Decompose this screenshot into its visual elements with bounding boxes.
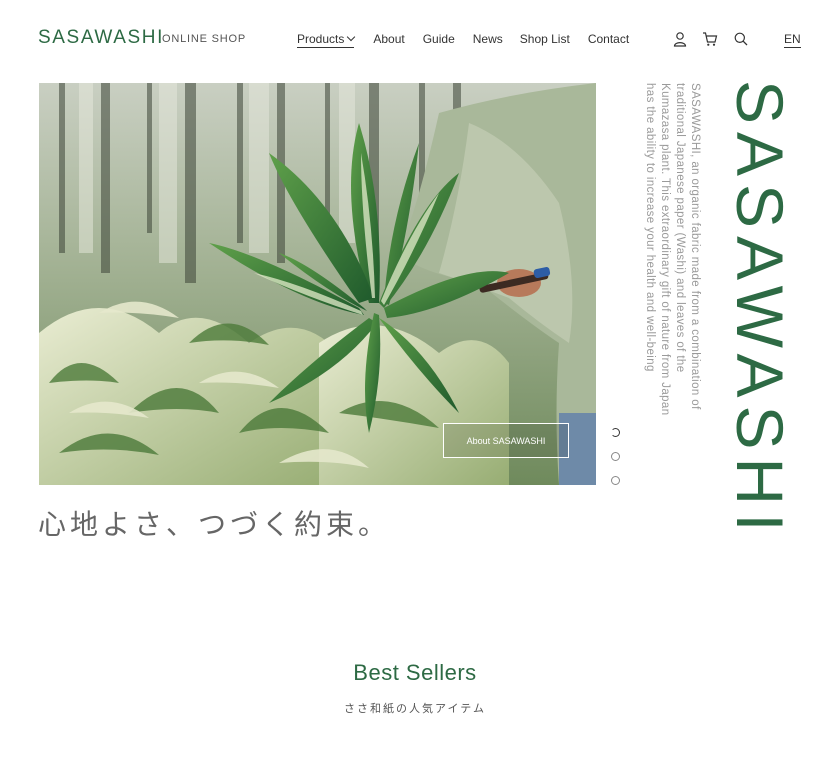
main-nav: Products About Guide News Shop List Cont… [297, 32, 629, 48]
nav-guide[interactable]: Guide [423, 32, 455, 48]
logo-subtitle: ONLINE SHOP [162, 33, 246, 45]
nav-about[interactable]: About [373, 32, 404, 48]
nav-products-label: Products [297, 32, 345, 46]
nav-shop-list[interactable]: Shop List [520, 32, 570, 48]
description-line-2: traditional Japanese paper (Washi) and l… [674, 83, 686, 373]
best-sellers-heading: Best Sellers [353, 660, 477, 685]
description-line-4: has the ability to increase your health … [644, 83, 656, 372]
cart-icon[interactable] [702, 31, 718, 47]
description-line-1: SASAWASHI, an organic fabric made from a… [689, 83, 701, 410]
chevron-down-icon [347, 32, 356, 42]
best-sellers-subtitle: ささ和紙の人気アイテム [344, 703, 486, 715]
nav-contact[interactable]: Contact [588, 32, 629, 48]
description-line-3: Kumazasa plant. This extraordinary gift … [659, 83, 671, 416]
user-icon[interactable] [672, 31, 688, 47]
nav-news[interactable]: News [473, 32, 503, 48]
slide-dot-2[interactable] [611, 452, 620, 461]
search-icon[interactable] [733, 31, 749, 47]
vertical-brand-title: SASAWASHI [723, 80, 797, 540]
slide-dot-3[interactable] [611, 476, 620, 485]
nav-products[interactable]: Products [297, 32, 356, 48]
tagline: 心地よさ、つづく約束。 [38, 508, 391, 541]
logo[interactable]: SASAWASHI [38, 27, 164, 49]
site-header: SASAWASHI ONLINE SHOP Products About Gui… [0, 0, 830, 78]
language-switcher[interactable]: EN [784, 32, 801, 48]
slide-dot-1[interactable] [611, 428, 620, 437]
about-sasawashi-button[interactable]: About SASAWASHI [443, 423, 569, 458]
